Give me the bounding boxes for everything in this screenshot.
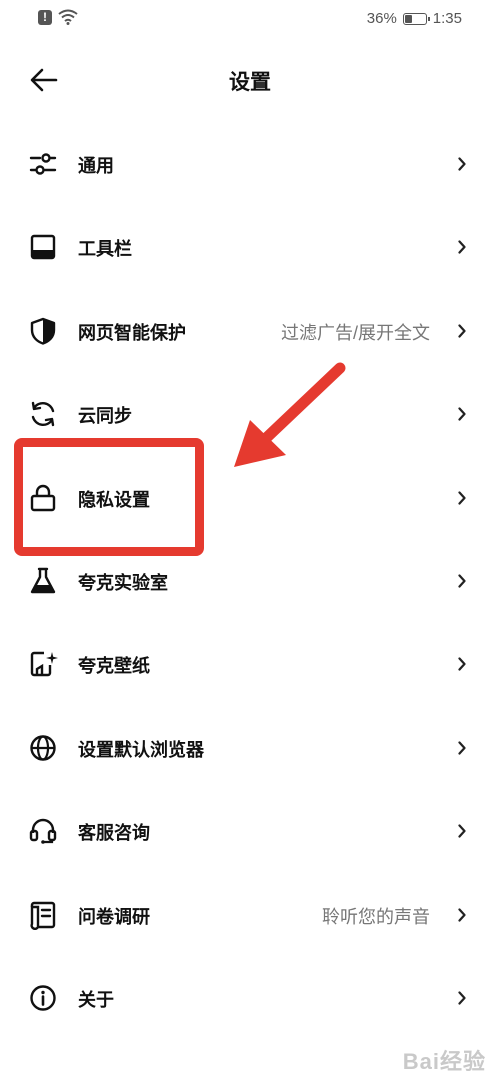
- globe-icon: [28, 733, 58, 763]
- chevron-right-icon: [458, 741, 466, 755]
- settings-row-about[interactable]: 关于: [0, 956, 500, 1039]
- status-left: !: [38, 9, 78, 25]
- settings-row-wallpaper[interactable]: 夸克壁纸: [0, 622, 500, 705]
- alert-icon: !: [38, 9, 52, 25]
- settings-row-labs[interactable]: 夸克实验室: [0, 539, 500, 622]
- flask-icon: [28, 566, 58, 596]
- settings-row-privacy[interactable]: 隐私设置: [0, 456, 500, 539]
- battery-tip: [427, 16, 430, 21]
- settings-row-value: 过滤广告/展开全文: [280, 322, 430, 343]
- settings-row-label: 夸克实验室: [78, 572, 168, 593]
- settings-row-label: 关于: [78, 989, 114, 1010]
- settings-row-general[interactable]: 通用: [0, 122, 500, 205]
- wifi-icon: [58, 9, 78, 25]
- status-bar: ! 36% 1:35: [0, 0, 500, 40]
- chevron-right-icon: [458, 324, 466, 338]
- settings-row-toolbar[interactable]: 工具栏: [0, 205, 500, 288]
- page-title: 设置: [229, 71, 271, 94]
- wallpaper-icon: [28, 649, 58, 679]
- settings-list: 通用工具栏网页智能保护 过滤广告/展开全文云同步隐私设置夸克实验室夸克壁纸设置默认…: [0, 122, 500, 1039]
- settings-row-label: 设置默认浏览器: [78, 739, 204, 760]
- chevron-right-icon: [458, 657, 466, 671]
- toolbar-icon: [28, 232, 58, 262]
- header: 设置: [0, 40, 500, 120]
- settings-row-survey[interactable]: 问卷调研 聆听您的声音: [0, 873, 500, 956]
- settings-row-label: 客服咨询: [78, 823, 150, 844]
- settings-row-web-protection[interactable]: 网页智能保护 过滤广告/展开全文: [0, 289, 500, 372]
- settings-row-label: 云同步: [78, 406, 132, 427]
- battery-icon: [402, 12, 430, 25]
- survey-icon: [28, 900, 58, 930]
- battery-percent: 36%: [366, 10, 397, 27]
- shield-icon: [28, 316, 58, 346]
- battery-fill: [404, 14, 412, 23]
- chevron-right-icon: [458, 907, 466, 922]
- settings-row-default-browser[interactable]: 设置默认浏览器: [0, 706, 500, 789]
- chevron-right-icon: [458, 240, 466, 254]
- settings-row-label: 工具栏: [78, 239, 132, 260]
- settings-row-customer-service[interactable]: 客服咨询: [0, 789, 500, 872]
- chevron-right-icon: [458, 991, 466, 1005]
- info-icon: [28, 983, 58, 1013]
- chevron-right-icon: [458, 407, 466, 421]
- sliders-icon: [28, 149, 58, 179]
- headset-icon: [28, 816, 58, 846]
- settings-row-label: 通用: [78, 156, 114, 176]
- status-right: 36% 1:35: [367, 10, 462, 27]
- settings-row-cloud-sync[interactable]: 云同步: [0, 372, 500, 455]
- chevron-right-icon: [458, 490, 466, 505]
- lock-icon: [28, 483, 58, 513]
- sync-icon: [28, 399, 58, 429]
- settings-row-label: 夸克壁纸: [78, 656, 150, 677]
- chevron-right-icon: [458, 574, 466, 588]
- settings-row-label: 隐私设置: [78, 489, 150, 510]
- settings-row-label: 网页智能保护: [78, 322, 186, 343]
- chevron-right-icon: [458, 157, 466, 171]
- watermark: Bai经验: [402, 1049, 486, 1074]
- settings-row-label: 问卷调研: [78, 906, 150, 927]
- settings-row-value: 聆听您的声音: [322, 906, 430, 927]
- chevron-right-icon: [458, 824, 466, 838]
- clock: 1:35: [432, 10, 462, 27]
